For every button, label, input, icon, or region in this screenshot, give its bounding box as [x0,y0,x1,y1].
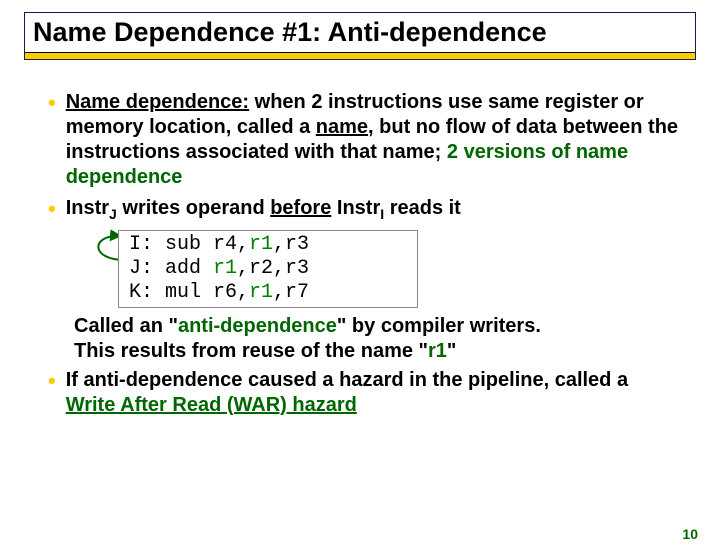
code-line-i: I: sub r4,r1,r3 [129,233,407,257]
reg-r1: r1 [249,281,273,304]
code-line-j: J: add r1,r2,r3 [129,257,407,281]
subscript-j: J [109,206,117,222]
slide: Name Dependence #1: Anti-dependence • Na… [0,12,720,552]
reg-r1: r1 [428,340,447,362]
slide-title: Name Dependence #1: Anti-dependence [33,17,687,48]
code-box: I: sub r4,r1,r3 J: add r1,r2,r3 K: mul r… [118,230,418,308]
bullet-dot: • [48,196,56,224]
term-name: name [316,116,368,138]
bullet-dot: • [48,90,56,190]
bullet-1: • Name dependence: when 2 instructions u… [48,90,680,190]
code-line-k: K: mul r6,r1,r7 [129,281,407,305]
term-war-hazard: Write After Read (WAR) hazard [66,394,357,416]
bullet-dot: • [48,368,56,418]
reg-r1: r1 [249,233,273,256]
reg-r1: r1 [213,257,237,280]
bullet-text: If anti-dependence caused a hazard in th… [66,368,680,418]
term-before: before [270,197,331,219]
bullet-3: • If anti-dependence caused a hazard in … [48,368,680,418]
after-code-text: Called an "anti-dependence" by compiler … [74,314,680,364]
bullet-2: • InstrJ writes operand before InstrI re… [48,196,680,224]
title-box: Name Dependence #1: Anti-dependence [24,12,696,60]
bullet-text: InstrJ writes operand before InstrI read… [66,196,680,224]
code-wrap: I: sub r4,r1,r3 J: add r1,r2,r3 K: mul r… [118,230,418,308]
slide-body: • Name dependence: when 2 instructions u… [48,90,680,418]
term-name-dependence: Name dependence: [66,91,249,113]
title-underline [25,52,695,59]
bullet-text: Name dependence: when 2 instructions use… [66,90,680,190]
term-anti-dependence: anti-dependence [178,315,337,337]
